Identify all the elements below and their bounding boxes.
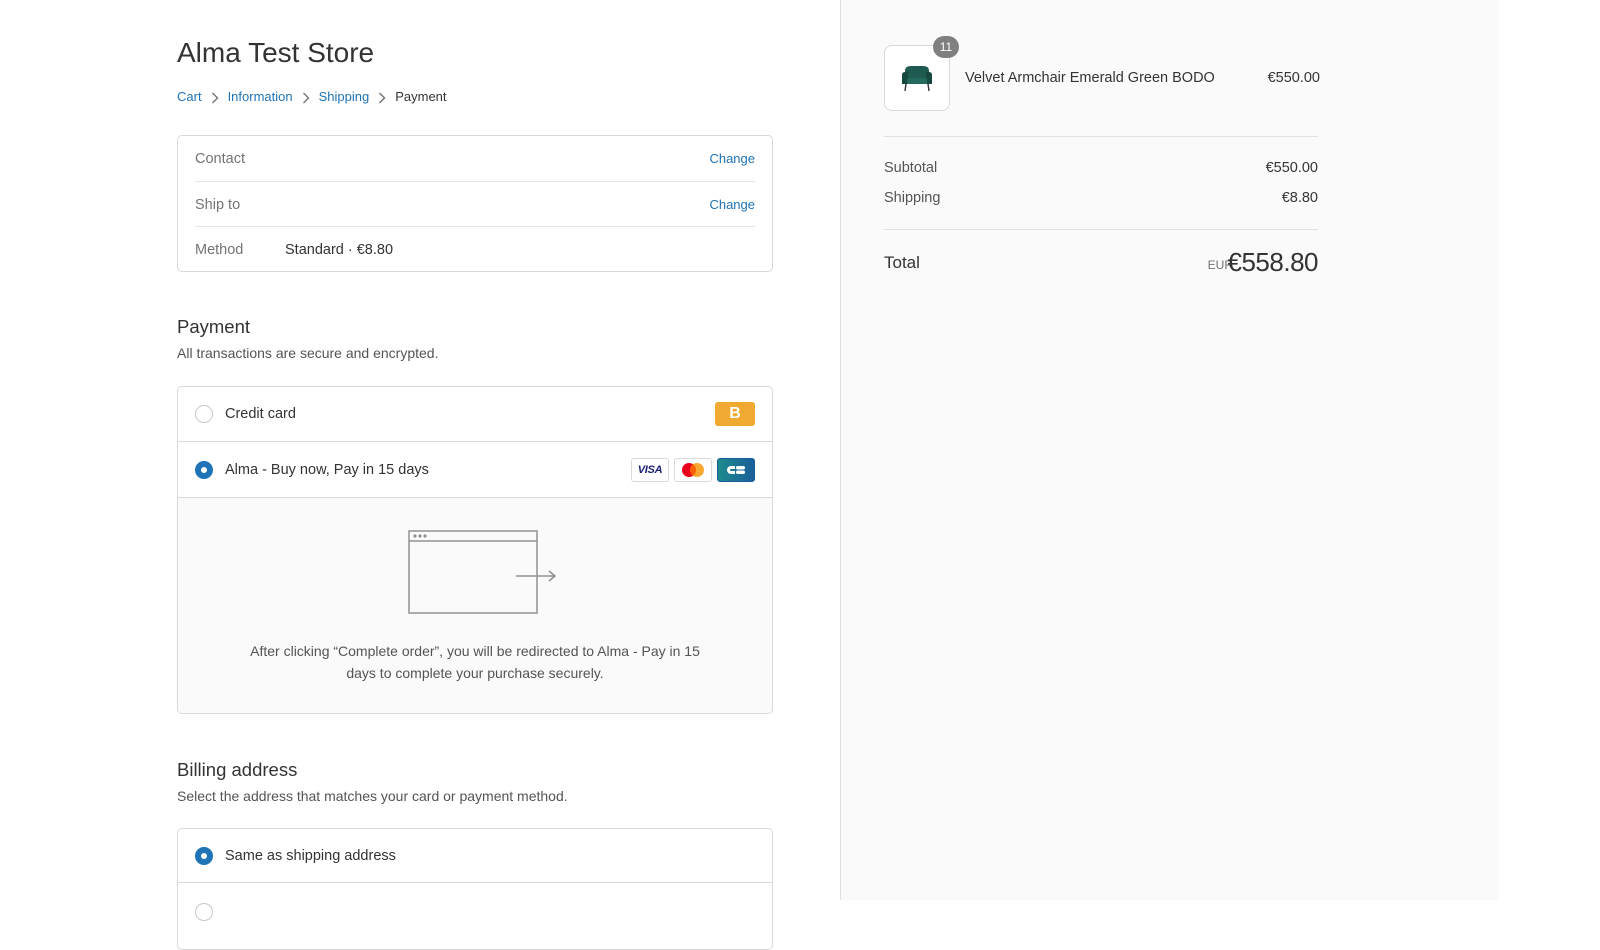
cartes-bancaires-icon [717, 457, 755, 482]
contact-change-link[interactable]: Change [709, 151, 755, 166]
credit-card-radio[interactable] [195, 405, 213, 423]
payment-option-alma[interactable]: Alma - Buy now, Pay in 15 days VISA [178, 442, 772, 497]
ship-to-label: Ship to [195, 196, 241, 213]
breadcrumb-shipping[interactable]: Shipping [319, 89, 370, 104]
ship-to-change-link[interactable]: Change [709, 197, 755, 212]
contact-label: Contact [195, 150, 245, 167]
chevron-right-icon [369, 89, 395, 104]
checkout-main: Alma Test Store Cart Information Shippin… [0, 0, 840, 950]
page-edge [1498, 0, 1600, 900]
mastercard-icon [674, 457, 712, 482]
chevron-right-icon [293, 89, 319, 104]
billing-address-options: Same as shipping address [177, 828, 773, 950]
method-label: Method [195, 241, 244, 258]
breadcrumb-information[interactable]: Information [228, 89, 293, 104]
breadcrumb: Cart Information Shipping Payment [177, 89, 447, 104]
credit-card-label[interactable]: Credit card [225, 406, 715, 422]
visa-text: VISA [637, 463, 663, 476]
payment-option-credit-card[interactable]: Credit card B [178, 387, 772, 442]
shipping-value: €8.80 [1281, 190, 1318, 206]
alma-radio[interactable] [195, 460, 213, 479]
subtotal-value: €550.00 [1265, 160, 1318, 176]
review-ship-to-row: Ship to Change [195, 181, 755, 227]
payment-title: Payment [177, 316, 251, 337]
payment-methods: Credit card B Alma - Buy now, Pay in 15 … [177, 386, 773, 714]
review-method-row: Method Standard · €8.80 [195, 226, 755, 272]
alma-label[interactable]: Alma - Buy now, Pay in 15 days [225, 462, 626, 478]
quantity-badge: 11 [933, 36, 959, 58]
same-address-label[interactable]: Same as shipping address [225, 848, 755, 864]
shipping-label: Shipping [884, 190, 941, 206]
armchair-icon [902, 66, 932, 92]
billing-subtitle: Select the address that matches your car… [177, 788, 568, 804]
payment-subtitle: All transactions are secure and encrypte… [177, 345, 439, 361]
billing-option-different[interactable] [178, 884, 772, 939]
total-value: €558.80 [1227, 247, 1319, 277]
breadcrumb-payment: Payment [395, 89, 447, 104]
browser-redirect-icon [408, 530, 558, 621]
visa-icon: VISA [631, 457, 669, 482]
different-address-radio[interactable] [195, 902, 213, 921]
order-summary [840, 0, 1499, 900]
store-title[interactable]: Alma Test Store [177, 37, 771, 69]
redirect-text: After clicking “Complete order”, you wil… [250, 643, 700, 681]
product-name: Velvet Armchair Emerald Green BODO [965, 70, 1215, 86]
review-box: Contact Change Ship to Change Method Sta… [177, 135, 773, 272]
alma-redirect-panel: After clicking “Complete order”, you wil… [178, 497, 772, 713]
review-contact-row: Contact Change [195, 136, 755, 181]
summary-divider [884, 229, 1318, 230]
total-label: Total [884, 253, 920, 272]
summary-divider [884, 136, 1318, 137]
same-address-radio[interactable] [195, 846, 213, 865]
method-value: Standard · €8.80 [285, 241, 394, 258]
chevron-right-icon [202, 89, 228, 104]
billing-option-same[interactable]: Same as shipping address [178, 829, 772, 883]
subtotal-label: Subtotal [884, 160, 938, 176]
billing-title: Billing address [177, 759, 298, 780]
bogus-gateway-icon: B [715, 402, 755, 426]
product-price: €550.00 [1267, 70, 1320, 86]
breadcrumb-cart[interactable]: Cart [177, 89, 202, 104]
